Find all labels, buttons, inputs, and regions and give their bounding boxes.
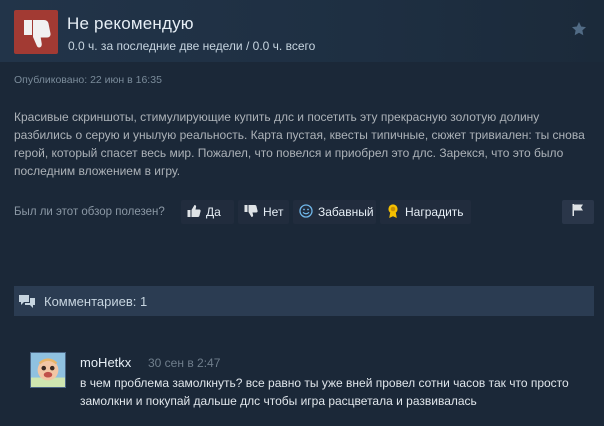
award-label: Наградить: [405, 205, 464, 219]
report-flag-button[interactable]: [562, 200, 594, 224]
avatar[interactable]: [30, 352, 66, 388]
comment-text: в чем проблема замолкнуть? все равно ты …: [80, 376, 569, 408]
comment-item: moHetkx 30 сен в 2:47 в чем проблема зам…: [30, 352, 594, 412]
comment-author[interactable]: moHetkx: [80, 355, 131, 370]
thumbs-down-small-icon: [243, 203, 259, 222]
vote-no-label: Нет: [263, 205, 284, 219]
comments-icon: [18, 293, 36, 309]
helpful-controls: Был ли этот обзор полезен? Да Нет Забавн…: [14, 200, 594, 224]
vote-yes-label: Да: [206, 205, 221, 219]
review-body: Красивые скриншоты, стимулирующие купить…: [14, 110, 585, 178]
thumbs-up-icon: [186, 203, 202, 222]
thumbs-down-icon: [14, 10, 58, 54]
comments-count: Комментариев: 1: [44, 293, 148, 309]
vote-yes-button[interactable]: Да: [181, 200, 234, 224]
vote-funny-label: Забавный: [318, 205, 374, 219]
posted-date: Опубликовано: 22 июн в 16:35: [14, 74, 162, 86]
review-verdict: Не рекомендую: [67, 14, 194, 33]
playtime-hours: 0.0 ч. за последние две недели / 0.0 ч. …: [68, 39, 316, 53]
helpful-question: Был ли этот обзор полезен?: [14, 206, 165, 218]
star-icon[interactable]: [571, 21, 587, 37]
review-header: Не рекомендую 0.0 ч. за последние две не…: [0, 0, 604, 62]
vote-funny-button[interactable]: Забавный: [293, 200, 376, 224]
award-button[interactable]: Наградить: [380, 200, 471, 224]
comments-header[interactable]: Комментариев: 1: [14, 286, 594, 316]
award-icon: [385, 203, 401, 222]
vote-no-button[interactable]: Нет: [238, 200, 289, 224]
flag-icon: [570, 202, 586, 223]
comment-time: 30 сен в 2:47: [148, 356, 221, 370]
funny-face-icon: [298, 203, 314, 222]
